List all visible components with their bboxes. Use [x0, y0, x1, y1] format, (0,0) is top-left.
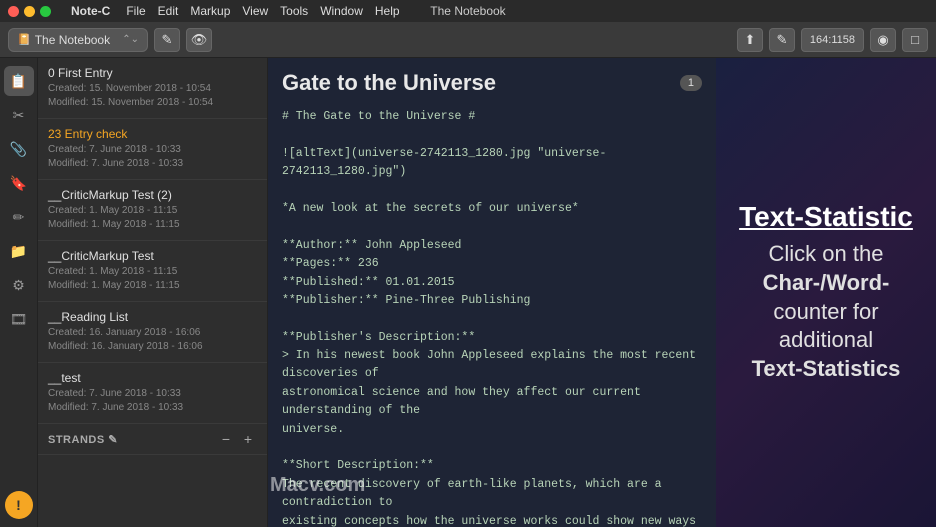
editor-area[interactable]: Gate to the Universe 1 # The Gate to the…	[268, 58, 716, 527]
editor-content[interactable]: # The Gate to the Universe # ![altText](…	[268, 104, 716, 527]
menu-app-name[interactable]: Note-C	[71, 4, 110, 18]
stat-line5: Text-Statistics	[752, 356, 901, 381]
menu-file[interactable]: File	[126, 4, 145, 18]
note-meta-4: Created: 16. January 2018 - 16:06 Modifi…	[48, 326, 257, 354]
edit-icon: ✎	[776, 32, 787, 48]
share-button[interactable]: ⬆	[737, 28, 763, 52]
sidebar-film-icon[interactable]: 🎞	[4, 304, 34, 334]
menu-edit[interactable]: Edit	[158, 4, 179, 18]
note-title-0: 0 First Entry	[48, 66, 257, 80]
share-icon: ⬆	[744, 32, 755, 48]
editor-badge: 1	[680, 75, 702, 91]
menu-window[interactable]: Window	[320, 4, 363, 18]
note-meta-5: Created: 7. June 2018 - 10:33 Modified: …	[48, 387, 257, 415]
main-layout: 📋 ✂ 📎 🔖 ✏ 📁 ⚙ 🎞 ! 0 First Entry Created:…	[0, 58, 936, 527]
editor-header: Gate to the Universe 1	[268, 58, 716, 104]
note-item-1[interactable]: 23 Entry check Created: 7. June 2018 - 1…	[38, 119, 267, 180]
sidebar-settings-icon[interactable]: ⚙	[4, 270, 34, 300]
stat-line1: Click on the	[769, 241, 884, 266]
menu-help[interactable]: Help	[375, 4, 400, 18]
icon-sidebar: 📋 ✂ 📎 🔖 ✏ 📁 ⚙ 🎞 !	[0, 58, 38, 527]
preview-mode-button[interactable]: 👁	[186, 28, 212, 52]
sidebar-notes-icon[interactable]: 📋	[4, 66, 34, 96]
note-item-0[interactable]: 0 First Entry Created: 15. November 2018…	[38, 58, 267, 119]
stat-line2: Char-/Word-	[763, 270, 890, 295]
strands-label: Strands ✎	[48, 433, 118, 446]
menu-bar: Note-C File Edit Markup View Tools Windo…	[0, 0, 936, 22]
notes-list: 0 First Entry Created: 15. November 2018…	[38, 58, 268, 527]
eye-icon: 👁	[191, 32, 208, 48]
sidebar-bookmark-icon[interactable]: 🔖	[4, 168, 34, 198]
chevron-icon: ⌃⌄	[122, 34, 139, 45]
sync-icon: ◉	[877, 32, 888, 48]
fullscreen-button[interactable]	[40, 6, 51, 17]
window-title: The Notebook	[430, 4, 505, 18]
notebook-selector[interactable]: 📔 The Notebook ⌃⌄	[8, 28, 148, 52]
strands-minus-button[interactable]: −	[217, 430, 235, 448]
notebook-name: The Notebook	[35, 33, 110, 47]
edit-mode-button[interactable]: ✎	[154, 28, 180, 52]
note-item-4[interactable]: __Reading List Created: 16. January 2018…	[38, 302, 267, 363]
traffic-lights[interactable]	[8, 6, 51, 17]
note-title-5: __test	[48, 371, 257, 385]
pencil-icon: ✎	[162, 32, 173, 48]
close-button[interactable]	[8, 6, 19, 17]
note-title-2: __CriticMarkup Test (2)	[48, 188, 257, 202]
sidebar-edit-icon[interactable]: ✏	[4, 202, 34, 232]
note-title-1: 23 Entry check	[48, 127, 257, 141]
edit-button[interactable]: ✎	[769, 28, 795, 52]
note-meta-1: Created: 7. June 2018 - 10:33 Modified: …	[48, 143, 257, 171]
menu-view[interactable]: View	[242, 4, 268, 18]
stat-line4: additional	[779, 327, 873, 352]
strands-edit-icon: ✎	[108, 434, 118, 446]
sidebar-folder-icon[interactable]: 📁	[4, 236, 34, 266]
right-panel: Text-Statistic Click on the Char-/Word- …	[716, 58, 936, 527]
toolbar: 📔 The Notebook ⌃⌄ ✎ 👁 ⬆ ✎ 164:1158 ◉ □	[0, 22, 936, 58]
note-title-3: __CriticMarkup Test	[48, 249, 257, 263]
editor-title: Gate to the Universe	[282, 70, 496, 96]
stat-line3: counter for	[773, 299, 878, 324]
sidebar-scissors-icon[interactable]: ✂	[4, 100, 34, 130]
strands-header: Strands ✎ − +	[38, 424, 267, 455]
note-meta-2: Created: 1. May 2018 - 11:15 Modified: 1…	[48, 204, 257, 232]
note-item-2[interactable]: __CriticMarkup Test (2) Created: 1. May …	[38, 180, 267, 241]
export-button[interactable]: □	[902, 28, 928, 52]
note-meta-0: Created: 15. November 2018 - 10:54 Modif…	[48, 82, 257, 110]
menu-tools[interactable]: Tools	[280, 4, 308, 18]
stat-title: Text-Statistic	[739, 202, 913, 233]
note-meta-3: Created: 1. May 2018 - 11:15 Modified: 1…	[48, 265, 257, 293]
note-title-4: __Reading List	[48, 310, 257, 324]
export-icon: □	[911, 32, 919, 47]
notebook-icon: 📔	[17, 33, 31, 46]
note-item-5[interactable]: __test Created: 7. June 2018 - 10:33 Mod…	[38, 363, 267, 424]
note-item-3[interactable]: __CriticMarkup Test Created: 1. May 2018…	[38, 241, 267, 302]
char-word-counter[interactable]: 164:1158	[801, 28, 864, 52]
sidebar-attachment-icon[interactable]: 📎	[4, 134, 34, 164]
warning-icon[interactable]: !	[5, 491, 33, 519]
strands-plus-button[interactable]: +	[239, 430, 257, 448]
stat-description: Click on the Char-/Word- counter for add…	[752, 240, 901, 383]
sync-button[interactable]: ◉	[870, 28, 896, 52]
menu-markup[interactable]: Markup	[190, 4, 230, 18]
counter-value: 164:1158	[810, 34, 855, 46]
strands-actions: − +	[217, 430, 257, 448]
minimize-button[interactable]	[24, 6, 35, 17]
